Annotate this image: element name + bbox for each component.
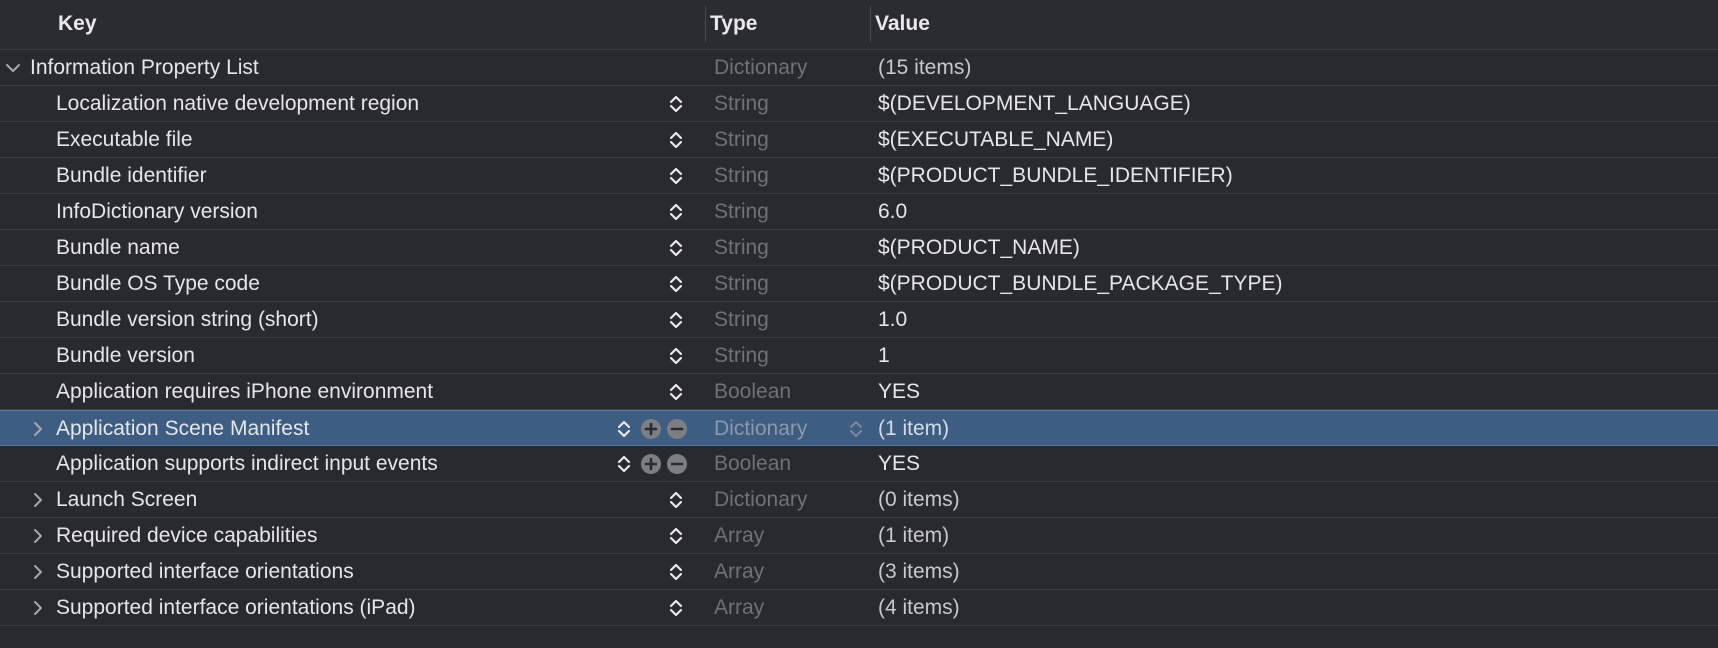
- row-key[interactable]: Application requires iPhone environment: [56, 374, 433, 409]
- row-value[interactable]: (3 items): [878, 554, 960, 589]
- row-type[interactable]: Array: [714, 518, 764, 553]
- key-stepper-icon[interactable]: [666, 94, 686, 114]
- row-key[interactable]: Supported interface orientations: [56, 554, 354, 589]
- row-key[interactable]: Required device capabilities: [56, 518, 318, 553]
- row-type[interactable]: String: [714, 338, 769, 373]
- row-key[interactable]: Localization native development region: [56, 86, 419, 121]
- row-key[interactable]: Bundle identifier: [56, 158, 207, 193]
- table-row[interactable]: InfoDictionary version String 6.0: [0, 194, 1718, 230]
- remove-item-icon[interactable]: [666, 418, 688, 440]
- column-header-value[interactable]: Value: [870, 6, 930, 42]
- row-key[interactable]: Information Property List: [30, 50, 259, 85]
- row-key[interactable]: Supported interface orientations (iPad): [56, 590, 416, 625]
- row-type[interactable]: Dictionary: [714, 482, 807, 517]
- key-stepper-icon[interactable]: [666, 274, 686, 294]
- table-row[interactable]: Executable file String $(EXECUTABLE_NAME): [0, 122, 1718, 158]
- add-item-icon[interactable]: [640, 418, 662, 440]
- row-key[interactable]: InfoDictionary version: [56, 194, 258, 229]
- plist-editor: Key Type Value Information Property List…: [0, 0, 1718, 648]
- row-value[interactable]: YES: [878, 374, 920, 409]
- row-key[interactable]: Bundle version: [56, 338, 195, 373]
- row-value[interactable]: (1 item): [878, 518, 949, 553]
- row-type[interactable]: String: [714, 302, 769, 337]
- key-stepper-icon[interactable]: [666, 598, 686, 618]
- key-stepper-icon[interactable]: [666, 490, 686, 510]
- table-row[interactable]: Supported interface orientations Array (3 …: [0, 554, 1718, 590]
- row-type[interactable]: String: [714, 158, 769, 193]
- column-header-key[interactable]: Key: [58, 0, 97, 49]
- table-row[interactable]: Bundle name String $(PRODUCT_NAME): [0, 230, 1718, 266]
- row-key[interactable]: Bundle name: [56, 230, 180, 265]
- key-stepper-icon[interactable]: [666, 130, 686, 150]
- row-type[interactable]: String: [714, 86, 769, 121]
- row-value[interactable]: $(PRODUCT_NAME): [878, 230, 1080, 265]
- row-key[interactable]: Application Scene Manifest: [56, 411, 309, 446]
- chevron-right-icon[interactable]: [28, 411, 48, 446]
- key-stepper-icon[interactable]: [666, 202, 686, 222]
- table-row[interactable]: Localization native development region St…: [0, 86, 1718, 122]
- key-stepper-icon[interactable]: [666, 346, 686, 366]
- table-row[interactable]: Bundle OS Type code String $(PRODUCT_BUNDL…: [0, 266, 1718, 302]
- row-type[interactable]: Boolean: [714, 446, 791, 481]
- key-stepper-icon[interactable]: [666, 166, 686, 186]
- row-value[interactable]: 1.0: [878, 302, 907, 337]
- key-stepper-icon[interactable]: [666, 238, 686, 258]
- row-key[interactable]: Launch Screen: [56, 482, 197, 517]
- row-value[interactable]: (1 item): [878, 411, 949, 446]
- table-row[interactable]: Information Property List Dictionary (15 i…: [0, 50, 1718, 86]
- table-row[interactable]: Launch Screen Dictionary (0 items): [0, 482, 1718, 518]
- row-value[interactable]: $(PRODUCT_BUNDLE_IDENTIFIER): [878, 158, 1233, 193]
- chevron-right-icon[interactable]: [28, 482, 48, 517]
- key-stepper-icon[interactable]: [666, 382, 686, 402]
- table-row[interactable]: Application requires iPhone environment B…: [0, 374, 1718, 410]
- remove-item-icon[interactable]: [666, 453, 688, 475]
- row-key[interactable]: Application supports indirect input even…: [56, 446, 438, 481]
- row-value[interactable]: 6.0: [878, 194, 907, 229]
- row-value[interactable]: YES: [878, 446, 920, 481]
- row-type[interactable]: Array: [714, 554, 764, 589]
- table-row[interactable]: Application Scene Manifest Dictionary (1 i…: [0, 410, 1718, 446]
- row-type[interactable]: Array: [714, 590, 764, 625]
- chevron-right-icon[interactable]: [28, 590, 48, 625]
- table-row[interactable]: Required device capabilities Array (1 item…: [0, 518, 1718, 554]
- row-value[interactable]: $(EXECUTABLE_NAME): [878, 122, 1113, 157]
- row-value[interactable]: (0 items): [878, 482, 960, 517]
- key-stepper-icon[interactable]: [666, 526, 686, 546]
- row-value[interactable]: (15 items): [878, 50, 971, 85]
- row-key[interactable]: Bundle version string (short): [56, 302, 319, 337]
- table-row[interactable]: Bundle identifier String $(PRODUCT_BUNDLE_…: [0, 158, 1718, 194]
- row-type[interactable]: String: [714, 122, 769, 157]
- row-type[interactable]: Dictionary: [714, 411, 807, 446]
- type-popup-icon[interactable]: [846, 419, 866, 439]
- chevron-right-icon[interactable]: [28, 518, 48, 553]
- row-type[interactable]: Dictionary: [714, 50, 807, 85]
- key-stepper-icon[interactable]: [614, 454, 634, 474]
- row-type[interactable]: String: [714, 194, 769, 229]
- column-header: Key Type Value: [0, 0, 1718, 50]
- key-stepper-icon[interactable]: [666, 310, 686, 330]
- table-row[interactable]: Bundle version string (short) String 1.0: [0, 302, 1718, 338]
- row-value[interactable]: 1: [878, 338, 890, 373]
- table-row[interactable]: Supported interface orientations (iPad) A…: [0, 590, 1718, 626]
- row-value[interactable]: (4 items): [878, 590, 960, 625]
- row-key[interactable]: Bundle OS Type code: [56, 266, 260, 301]
- row-type[interactable]: Boolean: [714, 374, 791, 409]
- chevron-down-icon[interactable]: [3, 50, 23, 85]
- row-key[interactable]: Executable file: [56, 122, 193, 157]
- key-stepper-icon[interactable]: [666, 562, 686, 582]
- add-item-icon[interactable]: [640, 453, 662, 475]
- row-value[interactable]: $(DEVELOPMENT_LANGUAGE): [878, 86, 1191, 121]
- row-value[interactable]: $(PRODUCT_BUNDLE_PACKAGE_TYPE): [878, 266, 1283, 301]
- table-row[interactable]: Bundle version String 1: [0, 338, 1718, 374]
- row-type[interactable]: String: [714, 230, 769, 265]
- row-type[interactable]: String: [714, 266, 769, 301]
- property-list-rows: Information Property List Dictionary (15 i…: [0, 50, 1718, 626]
- key-stepper-icon[interactable]: [614, 419, 634, 439]
- table-row[interactable]: Application supports indirect input even…: [0, 446, 1718, 482]
- chevron-right-icon[interactable]: [28, 554, 48, 589]
- column-header-type[interactable]: Type: [705, 6, 757, 42]
